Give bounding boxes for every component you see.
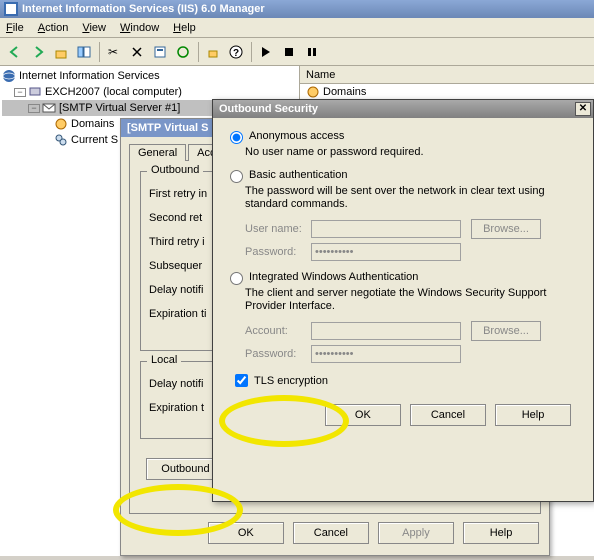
username-row: User name: Browse... bbox=[245, 219, 581, 239]
main-title: Internet Information Services (IIS) 6.0 … bbox=[22, 0, 265, 18]
anonymous-radio[interactable] bbox=[230, 131, 243, 144]
main-titlebar: Internet Information Services (IIS) 6.0 … bbox=[0, 0, 594, 18]
tls-row: TLS encryption bbox=[231, 371, 581, 390]
tab-general[interactable]: General bbox=[129, 144, 186, 161]
subsequent-label: Subsequer bbox=[149, 260, 202, 272]
tls-label: TLS encryption bbox=[254, 375, 328, 387]
domains-icon bbox=[54, 117, 68, 131]
tree-computer[interactable]: − EXCH2007 (local computer) bbox=[2, 84, 297, 100]
username-label: User name: bbox=[245, 223, 311, 235]
ok-button[interactable]: OK bbox=[208, 522, 284, 544]
password-row: Password: bbox=[245, 243, 581, 261]
list-item-label: Domains bbox=[323, 86, 366, 98]
iwa-radio[interactable] bbox=[230, 272, 243, 285]
tree-sessions-label: Current S bbox=[71, 134, 118, 146]
password2-input[interactable] bbox=[311, 345, 461, 363]
tree-smtp-label: [SMTP Virtual Server #1] bbox=[59, 102, 180, 114]
account-label: Account: bbox=[245, 325, 311, 337]
menu-file[interactable]: FFileile bbox=[6, 22, 24, 34]
mail-icon bbox=[42, 101, 56, 115]
tree-computer-label: EXCH2007 (local computer) bbox=[45, 86, 182, 98]
pause-button[interactable] bbox=[301, 41, 323, 63]
menu-action[interactable]: Action bbox=[38, 22, 69, 34]
password-label: Password: bbox=[245, 246, 311, 258]
os-ok-button[interactable]: OK bbox=[325, 404, 401, 426]
iwa-desc: The client and server negotiate the Wind… bbox=[245, 287, 581, 313]
tree-root[interactable]: Internet Information Services bbox=[2, 68, 297, 84]
tree-root-label: Internet Information Services bbox=[19, 70, 160, 82]
outbound-title: Outbound bbox=[147, 164, 203, 176]
anonymous-desc: No user name or password required. bbox=[245, 146, 581, 159]
basic-radio-row: Basic authentication bbox=[225, 167, 581, 183]
toolbar: ✂ ? bbox=[0, 38, 594, 66]
outbound-security-dialog: Outbound Security ✕ Anonymous access No … bbox=[212, 99, 594, 502]
menu-window[interactable]: Window bbox=[120, 22, 159, 34]
third-retry-label: Third retry i bbox=[149, 236, 205, 248]
iis-icon bbox=[4, 2, 18, 16]
local-delay-label: Delay notifi bbox=[149, 378, 203, 390]
collapse-icon[interactable]: − bbox=[14, 88, 26, 97]
forward-button[interactable] bbox=[27, 41, 49, 63]
os-body: Anonymous access No user name or passwor… bbox=[213, 118, 593, 432]
stop-button[interactable] bbox=[278, 41, 300, 63]
anon-radio-row: Anonymous access bbox=[225, 128, 581, 144]
refresh-button[interactable] bbox=[172, 41, 194, 63]
local-title: Local bbox=[147, 354, 181, 366]
os-button-row: OK Cancel Help bbox=[225, 390, 581, 426]
globe-icon bbox=[2, 69, 16, 83]
anonymous-label: Anonymous access bbox=[249, 130, 344, 142]
play-button[interactable] bbox=[255, 41, 277, 63]
password-input[interactable] bbox=[311, 243, 461, 261]
iwa-radio-row: Integrated Windows Authentication bbox=[225, 269, 581, 285]
computer-icon bbox=[28, 85, 42, 99]
properties-button[interactable] bbox=[149, 41, 171, 63]
os-titlebar: Outbound Security ✕ bbox=[213, 100, 593, 118]
username-input[interactable] bbox=[311, 220, 461, 238]
expiration-label: Expiration ti bbox=[149, 308, 206, 320]
basic-label: Basic authentication bbox=[249, 169, 347, 181]
local-expiration-label: Expiration t bbox=[149, 402, 204, 414]
browse-button-2[interactable]: Browse... bbox=[471, 321, 541, 341]
sessions-icon bbox=[54, 133, 68, 147]
delay-notif-label: Delay notifi bbox=[149, 284, 203, 296]
first-retry-label: First retry in bbox=[149, 188, 207, 200]
help-button[interactable]: Help bbox=[463, 522, 539, 544]
help-button[interactable]: ? bbox=[225, 41, 247, 63]
list-header-name[interactable]: Name bbox=[300, 66, 594, 84]
os-help-button[interactable]: Help bbox=[495, 404, 571, 426]
cancel-button[interactable]: Cancel bbox=[293, 522, 369, 544]
browse-button[interactable]: Browse... bbox=[471, 219, 541, 239]
basic-radio[interactable] bbox=[230, 170, 243, 183]
account-input[interactable] bbox=[311, 322, 461, 340]
basic-desc: The password will be sent over the netwo… bbox=[245, 185, 581, 211]
collapse-icon[interactable]: − bbox=[28, 104, 40, 113]
iwa-label: Integrated Windows Authentication bbox=[249, 271, 418, 283]
password2-label: Password: bbox=[245, 348, 311, 360]
properties-button-row: OK Cancel Apply Help bbox=[121, 514, 549, 544]
menu-help[interactable]: Help bbox=[173, 22, 196, 34]
delete-button[interactable] bbox=[126, 41, 148, 63]
os-title-text: Outbound Security bbox=[219, 100, 318, 118]
export-button[interactable] bbox=[202, 41, 224, 63]
account-row: Account: Browse... bbox=[245, 321, 581, 341]
svg-text:?: ? bbox=[233, 48, 239, 59]
tree-domains-label: Domains bbox=[71, 118, 114, 130]
close-icon[interactable]: ✕ bbox=[575, 102, 591, 116]
os-cancel-button[interactable]: Cancel bbox=[410, 404, 486, 426]
list-item[interactable]: Domains bbox=[300, 84, 594, 100]
menu-view[interactable]: View bbox=[82, 22, 106, 34]
apply-button[interactable]: Apply bbox=[378, 522, 454, 544]
tree-toggle-button[interactable] bbox=[73, 41, 95, 63]
domains-icon bbox=[306, 85, 320, 99]
menubar: FFileile Action View Window Help bbox=[0, 18, 594, 38]
svg-text:✂: ✂ bbox=[108, 45, 118, 59]
second-retry-label: Second ret bbox=[149, 212, 202, 224]
tls-checkbox[interactable] bbox=[235, 374, 248, 387]
up-button[interactable] bbox=[50, 41, 72, 63]
cut-button[interactable]: ✂ bbox=[103, 41, 125, 63]
back-button[interactable] bbox=[4, 41, 26, 63]
password2-row: Password: bbox=[245, 345, 581, 363]
